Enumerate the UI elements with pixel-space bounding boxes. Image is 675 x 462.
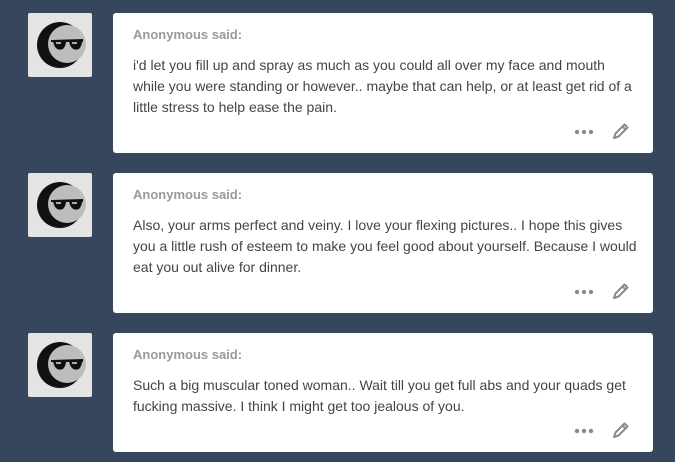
sunglasses-moon-icon bbox=[37, 342, 86, 388]
asker-name: Anonymous said: bbox=[133, 187, 243, 202]
anonymous-avatar[interactable] bbox=[28, 13, 92, 77]
edit-pencil-icon[interactable] bbox=[611, 281, 631, 301]
sunglasses-moon-icon bbox=[37, 22, 86, 68]
asker-name: Anonymous said: bbox=[133, 27, 243, 42]
asker-name: Anonymous said: bbox=[133, 347, 243, 362]
more-icon[interactable] bbox=[573, 127, 595, 137]
more-icon[interactable] bbox=[573, 426, 595, 436]
ask-card: Anonymous said: i'd let you fill up and … bbox=[113, 13, 653, 153]
ask-card: Anonymous said: Such a big muscular tone… bbox=[113, 333, 653, 452]
anonymous-avatar[interactable] bbox=[28, 173, 92, 237]
ask-text: i'd let you fill up and spray as much as… bbox=[133, 57, 632, 115]
ask-card: Anonymous said: Also, your arms perfect … bbox=[113, 173, 653, 313]
sunglasses-moon-icon bbox=[37, 182, 86, 228]
more-icon[interactable] bbox=[573, 287, 595, 297]
ask-text: Also, your arms perfect and veiny. I lov… bbox=[133, 217, 637, 275]
ask-text: Such a big muscular toned woman.. Wait t… bbox=[133, 377, 626, 414]
anonymous-avatar[interactable] bbox=[28, 333, 92, 397]
edit-pencil-icon[interactable] bbox=[611, 420, 631, 440]
edit-pencil-icon[interactable] bbox=[611, 121, 631, 141]
